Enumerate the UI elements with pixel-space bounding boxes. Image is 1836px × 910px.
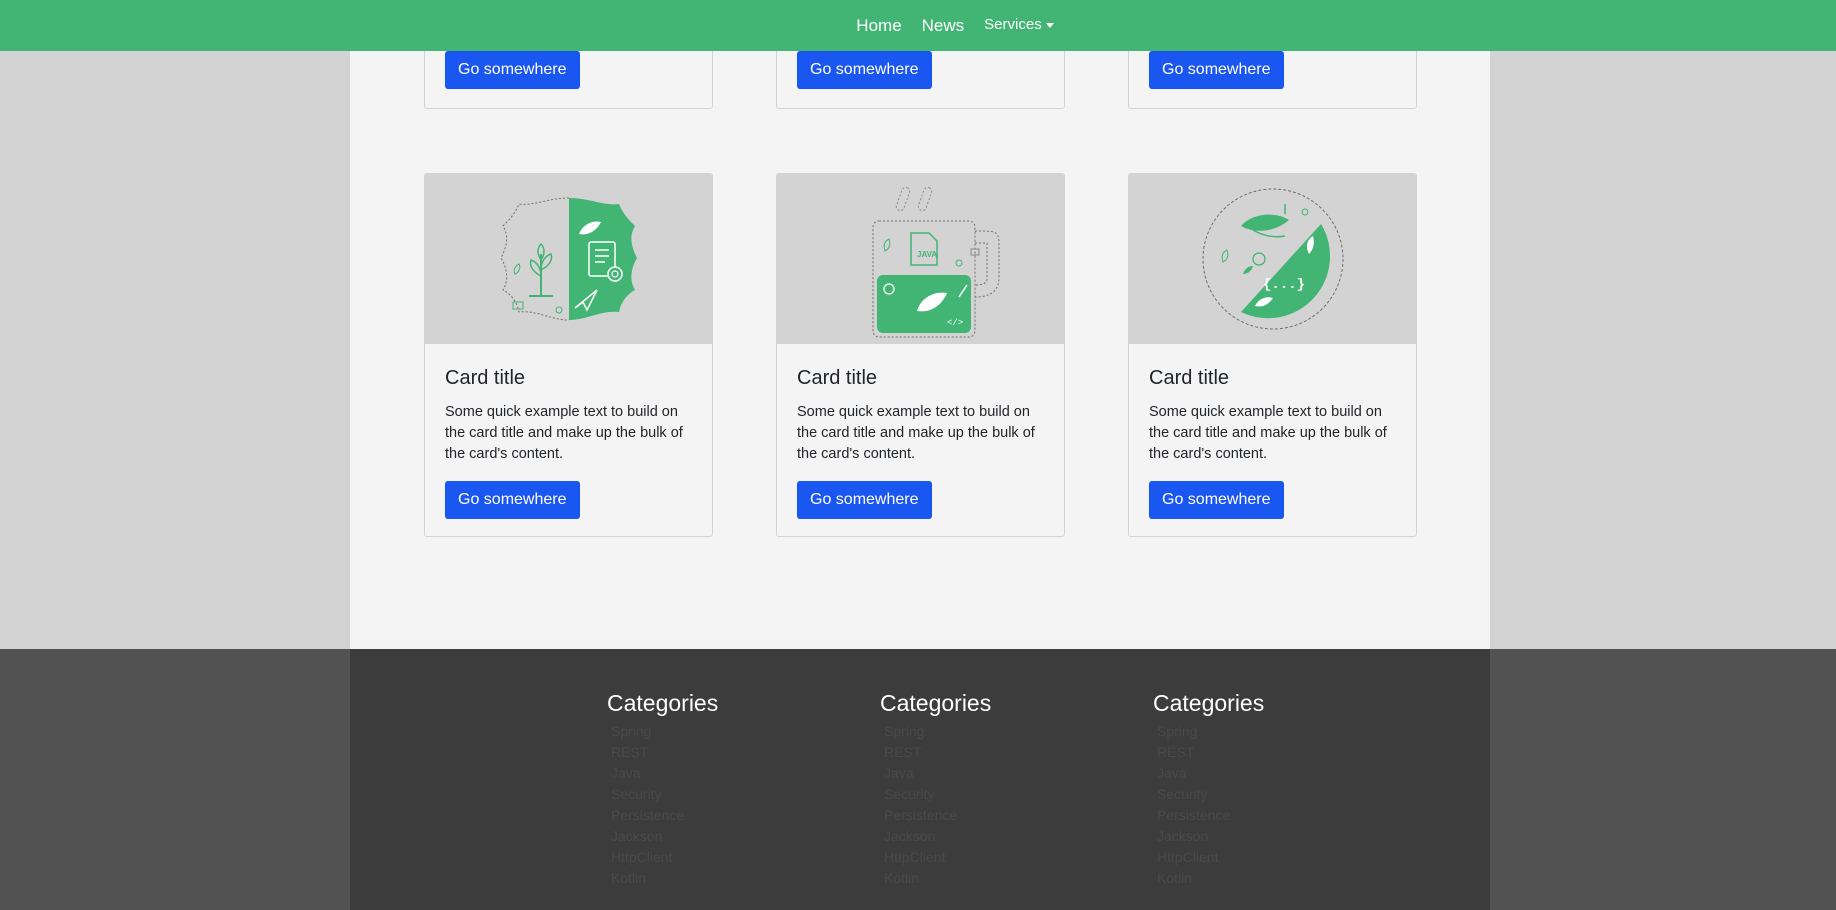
footer-link[interactable]: Kotlin [884, 868, 1100, 889]
go-somewhere-button[interactable]: Go somewhere [1149, 51, 1284, 89]
footer-link[interactable]: Spring [1157, 721, 1373, 742]
footer-link[interactable]: Kotlin [1157, 868, 1373, 889]
go-somewhere-button[interactable]: Go somewhere [1149, 481, 1284, 519]
footer-link[interactable]: Java [884, 763, 1100, 784]
footer-link[interactable]: Java [611, 763, 827, 784]
footer-heading: Categories [880, 690, 992, 716]
footer-link[interactable]: Security [611, 784, 827, 805]
footer-link[interactable]: Jackson [1157, 826, 1373, 847]
main-content: Go somewhere Go somewhere Go somewhere C… [350, 0, 1490, 649]
footer-link[interactable]: REST [1157, 742, 1373, 763]
leaf-circle-illustration-icon: {...} [1202, 188, 1343, 330]
card-3: {...} Card title Some quick example text… [1128, 173, 1417, 537]
footer-link[interactable]: Security [1157, 784, 1373, 805]
go-somewhere-button[interactable]: Go somewhere [797, 481, 932, 519]
nav-services-dropdown[interactable]: Services [974, 16, 1064, 33]
svg-text:{...}: {...} [1263, 277, 1305, 293]
card-title: Card title [1149, 367, 1230, 389]
card-text: Some quick example text to build on the … [797, 404, 1035, 462]
card-image: {...} [1129, 174, 1416, 344]
nav-home-link[interactable]: Home [846, 16, 911, 36]
footer-link[interactable]: HttpClient [884, 847, 1100, 868]
footer-heading: Categories [607, 690, 719, 716]
nav-services-label: Services [984, 16, 1042, 33]
card-title: Card title [797, 367, 878, 389]
footer-link[interactable]: Jackson [611, 826, 827, 847]
card-text: Some quick example text to build on the … [445, 404, 683, 462]
footer-link[interactable]: Security [884, 784, 1100, 805]
card-image [425, 174, 712, 344]
footer-link[interactable]: Kotlin [611, 868, 827, 889]
nav-news-link[interactable]: News [912, 16, 975, 36]
go-somewhere-button[interactable]: Go somewhere [445, 481, 580, 519]
card-text: Some quick example text to build on the … [1149, 404, 1387, 462]
spring-badge-illustration-icon [499, 197, 637, 321]
footer-link[interactable]: REST [611, 742, 827, 763]
footer-column-3: Categories Spring REST Java Security Per… [1153, 689, 1373, 889]
card-2: JAVA </> Card title Some quick example t… [776, 173, 1065, 537]
footer-link[interactable]: Jackson [884, 826, 1100, 847]
footer-link[interactable]: Spring [611, 721, 827, 742]
card-1: Card title Some quick example text to bu… [424, 173, 713, 537]
footer-heading: Categories [1153, 690, 1265, 716]
footer: Categories Spring REST Java Security Per… [350, 649, 1490, 910]
footer-link[interactable]: Java [1157, 763, 1373, 784]
footer-column-1: Categories Spring REST Java Security Per… [607, 689, 827, 889]
go-somewhere-button[interactable]: Go somewhere [797, 51, 932, 89]
footer-link[interactable]: HttpClient [611, 847, 827, 868]
card-title: Card title [445, 367, 526, 389]
java-mug-illustration-icon: JAVA </> [872, 186, 999, 338]
svg-text:JAVA: JAVA [917, 250, 937, 259]
caret-down-icon [1045, 22, 1054, 28]
footer-link[interactable]: REST [884, 742, 1100, 763]
top-navbar: Home News Services [0, 0, 1836, 51]
svg-text:</>: </> [947, 318, 963, 328]
card-image: JAVA </> [777, 174, 1064, 344]
footer-link[interactable]: Persistence [1157, 805, 1373, 826]
footer-link[interactable]: Spring [884, 721, 1100, 742]
footer-column-2: Categories Spring REST Java Security Per… [880, 689, 1100, 889]
footer-link[interactable]: HttpClient [1157, 847, 1373, 868]
go-somewhere-button[interactable]: Go somewhere [445, 51, 580, 89]
footer-link[interactable]: Persistence [884, 805, 1100, 826]
footer-link[interactable]: Persistence [611, 805, 827, 826]
